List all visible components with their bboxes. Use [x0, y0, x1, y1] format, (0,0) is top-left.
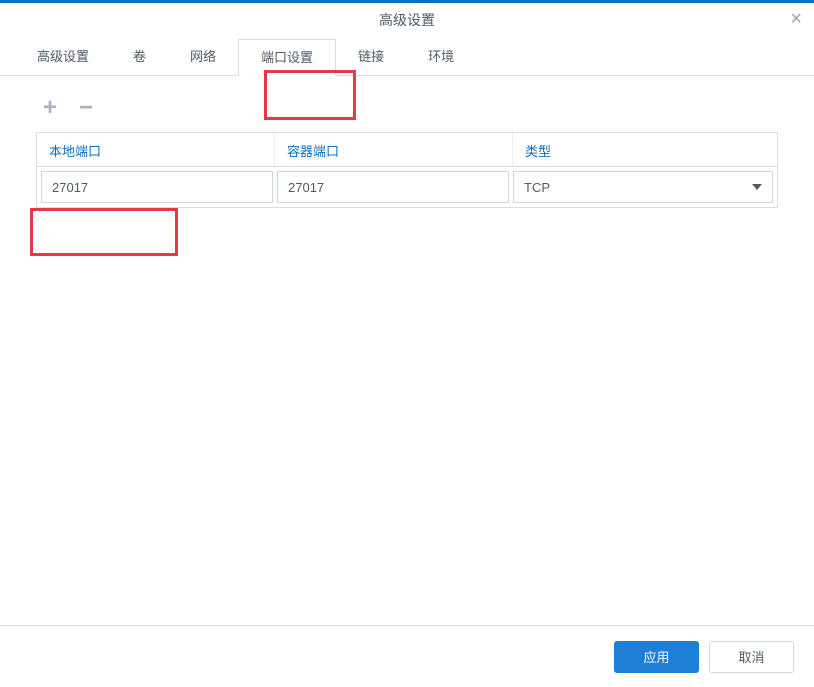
content-area: 本地端口 容器端口 类型 TCP: [0, 132, 814, 625]
tab-links[interactable]: 链接: [336, 38, 406, 75]
advanced-settings-dialog: 高级设置 × 高级设置 卷 网络 端口设置 链接 环境 + − 本地端口 容器端…: [0, 0, 814, 687]
tab-port-settings[interactable]: 端口设置: [238, 39, 336, 76]
dialog-title: 高级设置: [379, 10, 435, 30]
type-select[interactable]: TCP: [513, 171, 773, 203]
tab-volume[interactable]: 卷: [111, 38, 168, 75]
tab-network[interactable]: 网络: [168, 38, 238, 75]
tab-environment[interactable]: 环境: [406, 38, 476, 75]
container-port-input[interactable]: [277, 171, 509, 203]
cell-local-port: [41, 171, 273, 203]
tab-advanced[interactable]: 高级设置: [15, 38, 111, 75]
remove-row-button[interactable]: −: [72, 94, 100, 122]
cell-container-port: [277, 171, 509, 203]
dialog-header: 高级设置 ×: [0, 3, 814, 38]
header-container-port[interactable]: 容器端口: [275, 133, 513, 166]
close-icon[interactable]: ×: [790, 9, 802, 29]
cancel-button[interactable]: 取消: [709, 641, 794, 673]
table-header: 本地端口 容器端口 类型: [36, 132, 778, 166]
cell-type: TCP: [513, 171, 773, 203]
chevron-down-icon: [752, 184, 762, 190]
dialog-footer: 应用 取消: [0, 625, 814, 687]
tabs: 高级设置 卷 网络 端口设置 链接 环境: [0, 38, 814, 76]
toolbar: + −: [0, 76, 814, 132]
table-row[interactable]: TCP: [36, 166, 778, 208]
header-local-port[interactable]: 本地端口: [37, 133, 275, 166]
apply-button[interactable]: 应用: [614, 641, 699, 673]
add-row-button[interactable]: +: [36, 94, 64, 122]
dialog-body: 高级设置 卷 网络 端口设置 链接 环境 + − 本地端口 容器端口 类型: [0, 38, 814, 687]
header-type[interactable]: 类型: [513, 133, 777, 166]
local-port-input[interactable]: [41, 171, 273, 203]
type-value: TCP: [524, 180, 550, 195]
